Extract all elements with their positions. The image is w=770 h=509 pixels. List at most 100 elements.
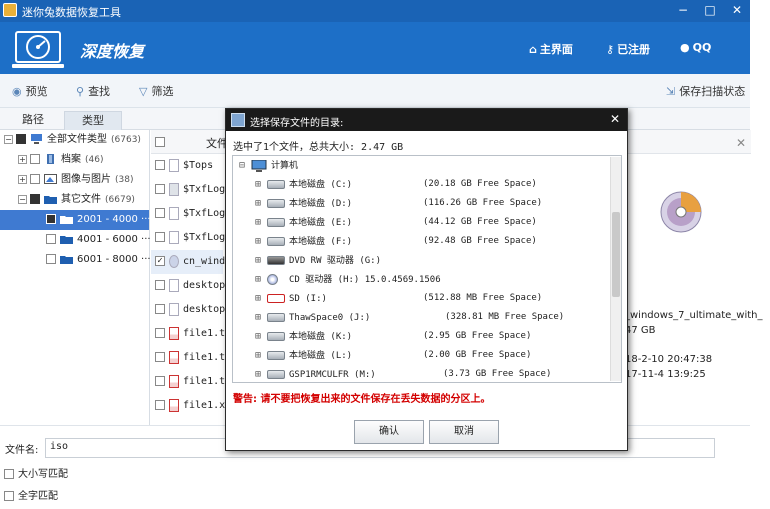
home-link[interactable]: ⌂ 主界面: [529, 41, 573, 57]
filter-button[interactable]: ▽ 筛选: [139, 83, 173, 99]
tree-checkbox[interactable]: [46, 254, 56, 264]
maximize-button[interactable]: □: [699, 3, 721, 17]
row-checkbox[interactable]: [155, 184, 165, 194]
disc-preview-icon: [660, 191, 702, 233]
row-checkbox[interactable]: [155, 280, 165, 290]
cancel-button[interactable]: 取消: [429, 420, 499, 444]
table-row[interactable]: $TxfLogC: [151, 202, 231, 226]
eye-icon: ◉: [12, 85, 22, 98]
root-label: 计算机: [271, 161, 299, 171]
tree-count: (38): [115, 175, 134, 185]
tab-path[interactable]: 路径: [4, 111, 62, 130]
table-row[interactable]: $TxfLog.: [151, 178, 231, 202]
row-checkbox[interactable]: [155, 232, 165, 242]
expand-icon[interactable]: ⊞: [255, 327, 264, 346]
tree-item-all[interactable]: − 全部文件类型 (6763): [0, 130, 149, 150]
match-case-option[interactable]: 大小写匹配: [4, 465, 68, 480]
drive-name: 本地磁盘 (K:): [289, 332, 353, 342]
tree-checkbox[interactable]: [30, 194, 40, 204]
expand-icon[interactable]: +: [18, 174, 27, 184]
tree-scrollbar[interactable]: [610, 157, 621, 381]
drive-node[interactable]: ⊞ 本地磁盘 (K:) (2.95 GB Free Space): [233, 327, 621, 346]
preview-button[interactable]: ◉ 预览: [12, 83, 48, 99]
row-checkbox[interactable]: [155, 208, 165, 218]
expand-icon[interactable]: ⊞: [255, 194, 264, 213]
collapse-icon[interactable]: −: [4, 134, 13, 144]
row-checkbox[interactable]: ✓: [155, 256, 165, 266]
row-checkbox[interactable]: [155, 400, 165, 410]
collapse-icon[interactable]: −: [18, 194, 27, 204]
qq-link[interactable]: ● QQ: [680, 41, 711, 54]
match-whole-checkbox[interactable]: [4, 491, 14, 501]
tree-checkbox[interactable]: [30, 174, 40, 184]
close-button[interactable]: ✕: [726, 3, 748, 17]
table-row[interactable]: $TxfLogC: [151, 226, 231, 250]
tree-checkbox[interactable]: [30, 154, 40, 164]
directory-tree: ⊟ 计算机 ⊞ 本地磁盘 (C:) (20.18 GB Free Space) ⊞ 本地…: [232, 155, 622, 383]
select-all-checkbox[interactable]: [155, 137, 165, 147]
registered-link[interactable]: ⚷ 已注册: [606, 41, 650, 57]
drive-node[interactable]: ⊞ ThawSpace0 (J:) (328.81 MB Free Space): [233, 308, 621, 327]
tree-item-other[interactable]: − 其它文件 (6679): [0, 190, 149, 210]
tree-item-6001-8000[interactable]: 6001 - 8000 ···: [0, 250, 151, 270]
table-row[interactable]: file1.tx: [151, 322, 231, 346]
table-row[interactable]: desktop.: [151, 298, 231, 322]
table-row[interactable]: ✓ cn_windo: [151, 250, 231, 274]
drive-node[interactable]: ⊞ 本地磁盘 (D:) (116.26 GB Free Space): [233, 194, 621, 213]
tree-item-4001-6000[interactable]: 4001 - 6000 ···: [0, 230, 151, 250]
save-scan-button[interactable]: ⇲ 保存扫描状态: [666, 83, 745, 99]
drive-node[interactable]: ⊞ 本地磁盘 (L:) (2.00 GB Free Space): [233, 346, 621, 365]
drive-node[interactable]: ⊞ 本地磁盘 (C:) (20.18 GB Free Space): [233, 175, 621, 194]
close-preview-icon[interactable]: ✕: [736, 136, 746, 150]
table-row[interactable]: $Tops: [151, 154, 223, 178]
expand-icon[interactable]: ⊞: [255, 175, 264, 194]
tree-item-images[interactable]: + 图像与图片 (38): [0, 170, 149, 190]
expand-icon[interactable]: ⊞: [255, 346, 264, 365]
table-row[interactable]: file1.tx: [151, 346, 231, 370]
row-checkbox[interactable]: [155, 328, 165, 338]
tree-item-archive[interactable]: + 档案 (46): [0, 150, 149, 170]
collapse-icon[interactable]: ⊟: [239, 156, 248, 175]
tree-node-computer[interactable]: ⊟ 计算机: [233, 156, 621, 175]
table-row[interactable]: desktop.: [151, 274, 231, 298]
table-row[interactable]: file1.tx: [151, 370, 231, 394]
expand-icon[interactable]: +: [18, 154, 27, 164]
tree-checkbox[interactable]: [46, 234, 56, 244]
row-checkbox[interactable]: [155, 304, 165, 314]
row-checkbox[interactable]: [155, 352, 165, 362]
match-whole-option[interactable]: 全字匹配: [4, 487, 58, 502]
find-button[interactable]: ⚲ 查找: [76, 83, 110, 99]
drive-node[interactable]: ⊞ CD 驱动器 (H:) 15.0.4569.1506: [233, 270, 621, 289]
tree-item-2001-4000[interactable]: 2001 - 4000 ···: [0, 210, 151, 230]
tree-checkbox[interactable]: [16, 134, 26, 144]
type-tree: − 全部文件类型 (6763) + 档案 (46) + 图像与图片 (38) − 其它文件 (6…: [0, 130, 151, 425]
expand-icon[interactable]: ⊞: [255, 232, 264, 251]
drive-node[interactable]: ⊞ 本地磁盘 (E:) (44.12 GB Free Space): [233, 213, 621, 232]
dialog-close-icon[interactable]: ✕: [610, 112, 620, 126]
match-case-checkbox[interactable]: [4, 469, 14, 479]
drive-node[interactable]: ⊞ 本地磁盘 (F:) (92.48 GB Free Space): [233, 232, 621, 251]
tree-checkbox[interactable]: [46, 214, 56, 224]
expand-icon[interactable]: ⊞: [255, 289, 264, 308]
export-icon: ⇲: [666, 85, 676, 98]
file-icon: [169, 278, 179, 292]
drive-node[interactable]: ⊞ SD (I:) (512.88 MB Free Space): [233, 289, 621, 308]
disc-image-icon: [169, 254, 179, 268]
expand-icon[interactable]: ⊞: [255, 365, 264, 382]
tab-type[interactable]: 类型: [64, 111, 122, 130]
expand-icon[interactable]: ⊞: [255, 213, 264, 232]
table-row[interactable]: file1.xm: [151, 394, 231, 418]
dialog-title-bar: 选择保存文件的目录: ✕: [226, 109, 627, 131]
expand-icon[interactable]: ⊞: [255, 270, 264, 289]
row-checkbox[interactable]: [155, 376, 165, 386]
drive-node[interactable]: ⊞ GSP1RMCULFR (M:) (3.73 GB Free Space): [233, 365, 621, 382]
confirm-button[interactable]: 确认: [354, 420, 424, 444]
scrollbar-thumb[interactable]: [612, 212, 620, 297]
drive-node[interactable]: ⊞ DVD RW 驱动器 (G:): [233, 251, 621, 270]
minimize-button[interactable]: −: [672, 3, 694, 17]
drive-name: 本地磁盘 (L:): [289, 351, 353, 361]
row-checkbox[interactable]: [155, 160, 165, 170]
expand-icon[interactable]: ⊞: [255, 251, 264, 270]
expand-icon[interactable]: ⊞: [255, 308, 264, 327]
folder-icon: [60, 256, 73, 264]
